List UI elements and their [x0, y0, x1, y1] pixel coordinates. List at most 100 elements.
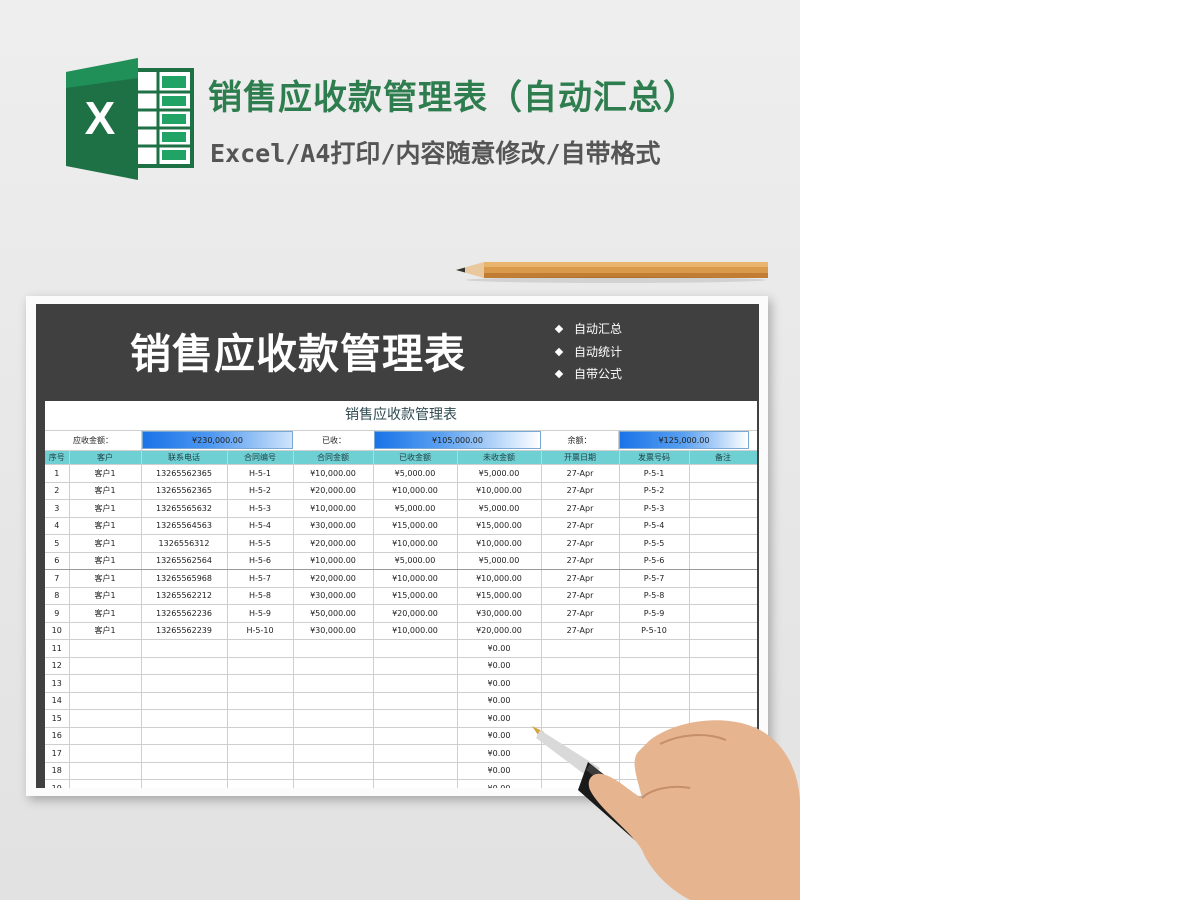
column-header[interactable]: 备注 [689, 451, 757, 465]
table-cell[interactable]: 客户1 [69, 464, 142, 483]
table-cell[interactable] [689, 604, 757, 623]
table-cell[interactable]: 13265562236 [141, 604, 228, 623]
table-cell[interactable] [141, 744, 228, 763]
table-cell[interactable]: 13265562564 [141, 552, 228, 570]
table-cell[interactable] [373, 692, 458, 710]
table-cell[interactable] [373, 709, 458, 728]
table-cell[interactable]: 4 [45, 517, 70, 535]
table-cell[interactable]: ¥0.00 [457, 779, 542, 788]
table-cell[interactable] [541, 639, 620, 658]
table-cell[interactable]: 18 [45, 762, 70, 780]
table-cell[interactable]: ¥20,000.00 [293, 482, 374, 500]
table-cell[interactable]: ¥15,000.00 [373, 517, 458, 535]
table-cell[interactable] [69, 674, 142, 693]
table-cell[interactable]: P-5-4 [619, 517, 690, 535]
table-cell[interactable]: 客户1 [69, 604, 142, 623]
table-cell[interactable] [689, 499, 757, 518]
table-cell[interactable]: 27-Apr [541, 587, 620, 605]
table-cell[interactable] [69, 692, 142, 710]
table-cell[interactable] [69, 744, 142, 763]
table-cell[interactable]: 14 [45, 692, 70, 710]
table-cell[interactable]: ¥5,000.00 [457, 464, 542, 483]
table-cell[interactable] [619, 657, 690, 675]
table-cell[interactable]: 13265562239 [141, 622, 228, 640]
table-cell[interactable]: ¥0.00 [457, 674, 542, 693]
table-cell[interactable]: 27-Apr [541, 464, 620, 483]
table-cell[interactable]: 客户1 [69, 517, 142, 535]
table-cell[interactable]: 13265565968 [141, 569, 228, 588]
table-cell[interactable] [69, 762, 142, 780]
table-cell[interactable]: 15 [45, 709, 70, 728]
table-cell[interactable]: 27-Apr [541, 569, 620, 588]
table-cell[interactable]: P-5-5 [619, 534, 690, 553]
table-cell[interactable] [373, 744, 458, 763]
table-row[interactable]: 3 客户1 13265565632 H-5-3 ¥10,000.00 ¥5,000.00 ¥… [45, 499, 757, 518]
table-cell[interactable]: ¥10,000.00 [373, 482, 458, 500]
table-cell[interactable]: 8 [45, 587, 70, 605]
table-cell[interactable] [293, 692, 374, 710]
table-cell[interactable] [141, 779, 228, 788]
table-cell[interactable] [689, 639, 757, 658]
receivable-value-cell[interactable]: ¥230,000.00 [142, 431, 293, 449]
table-cell[interactable] [227, 744, 294, 763]
table-cell[interactable]: ¥0.00 [457, 727, 542, 745]
table-row[interactable]: 12 ¥0.00 [45, 657, 757, 675]
table-cell[interactable]: H-5-9 [227, 604, 294, 623]
table-cell[interactable]: 5 [45, 534, 70, 553]
column-header[interactable]: 序号 [45, 451, 70, 465]
table-cell[interactable] [141, 639, 228, 658]
table-cell[interactable]: H-5-1 [227, 464, 294, 483]
table-cell[interactable]: ¥5,000.00 [457, 552, 542, 570]
table-cell[interactable]: 客户1 [69, 552, 142, 570]
table-cell[interactable] [69, 639, 142, 658]
table-cell[interactable] [689, 464, 757, 483]
table-cell[interactable]: 27-Apr [541, 517, 620, 535]
table-cell[interactable] [619, 639, 690, 658]
table-cell[interactable]: H-5-3 [227, 499, 294, 518]
table-row[interactable]: 1 客户1 13265562365 H-5-1 ¥10,000.00 ¥5,000.00 ¥… [45, 464, 757, 483]
balance-value-cell[interactable]: ¥125,000.00 [619, 431, 749, 449]
table-cell[interactable]: ¥5,000.00 [373, 464, 458, 483]
table-cell[interactable]: H-5-10 [227, 622, 294, 640]
table-row[interactable]: 11 ¥0.00 [45, 639, 757, 658]
table-cell[interactable] [373, 639, 458, 658]
table-cell[interactable]: 13265564563 [141, 517, 228, 535]
table-cell[interactable]: ¥0.00 [457, 744, 542, 763]
table-cell[interactable] [293, 727, 374, 745]
table-cell[interactable]: ¥10,000.00 [293, 552, 374, 570]
table-cell[interactable]: H-5-4 [227, 517, 294, 535]
table-cell[interactable] [689, 587, 757, 605]
table-cell[interactable]: P-5-7 [619, 569, 690, 588]
table-cell[interactable]: ¥10,000.00 [457, 534, 542, 553]
table-cell[interactable] [689, 622, 757, 640]
table-cell[interactable]: P-5-2 [619, 482, 690, 500]
column-header[interactable]: 合同编号 [227, 451, 294, 465]
table-cell[interactable]: ¥20,000.00 [457, 622, 542, 640]
table-cell[interactable] [227, 762, 294, 780]
table-cell[interactable] [141, 709, 228, 728]
column-header[interactable]: 开票日期 [541, 451, 620, 465]
table-cell[interactable] [689, 657, 757, 675]
table-row[interactable]: 6 客户1 13265562564 H-5-6 ¥10,000.00 ¥5,000.00 ¥… [45, 552, 757, 570]
table-cell[interactable]: 客户1 [69, 534, 142, 553]
table-cell[interactable]: ¥30,000.00 [293, 517, 374, 535]
table-cell[interactable]: 6 [45, 552, 70, 570]
table-cell[interactable] [619, 674, 690, 693]
table-cell[interactable] [293, 674, 374, 693]
table-cell[interactable] [69, 727, 142, 745]
table-cell[interactable]: ¥30,000.00 [457, 604, 542, 623]
table-cell[interactable]: ¥10,000.00 [373, 622, 458, 640]
table-cell[interactable]: 27-Apr [541, 534, 620, 553]
table-cell[interactable] [373, 674, 458, 693]
table-cell[interactable] [293, 657, 374, 675]
table-cell[interactable]: H-5-5 [227, 534, 294, 553]
table-cell[interactable]: 7 [45, 569, 70, 588]
table-cell[interactable] [541, 674, 620, 693]
table-cell[interactable]: ¥10,000.00 [373, 569, 458, 588]
table-cell[interactable]: H-5-8 [227, 587, 294, 605]
table-cell[interactable]: 27-Apr [541, 622, 620, 640]
table-cell[interactable] [69, 779, 142, 788]
table-cell[interactable]: ¥30,000.00 [293, 587, 374, 605]
table-cell[interactable]: 17 [45, 744, 70, 763]
table-cell[interactable]: 2 [45, 482, 70, 500]
